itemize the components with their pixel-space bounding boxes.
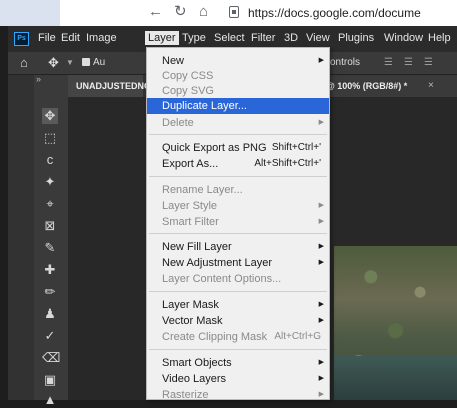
submenu-arrow-icon: ▶	[318, 243, 324, 250]
align-left-icon[interactable]: ☰	[384, 57, 393, 68]
align-center-icon[interactable]: ☰	[404, 57, 413, 68]
crop-tool-icon[interactable]: ⌖	[42, 196, 58, 212]
reload-icon[interactable]: ↻	[174, 3, 187, 21]
shape-tool-icon[interactable]: ▲	[42, 392, 58, 408]
close-icon[interactable]: ×	[428, 80, 434, 91]
menu-item-layer-content-options: Layer Content Options...	[162, 273, 282, 285]
menu-filter[interactable]: Filter	[251, 32, 275, 44]
frame-tool-icon[interactable]: ⊠	[42, 218, 58, 234]
healing-brush-icon[interactable]: ✚	[42, 262, 58, 278]
photoshop-logo-icon: Ps	[14, 32, 29, 46]
menu-separator	[149, 291, 327, 292]
align-right-icon[interactable]: ☰	[424, 57, 433, 68]
menu-type[interactable]: Type	[182, 32, 206, 44]
menu-plugins[interactable]: Plugins	[338, 32, 374, 44]
menu-item-smart-objects[interactable]: Smart Objects ▶	[147, 355, 329, 371]
gradient-tool-icon[interactable]: ▣	[42, 372, 58, 388]
transform-controls-label: ontrols	[330, 57, 361, 68]
menu-help[interactable]: Help	[428, 32, 451, 44]
home-icon[interactable]: ⌂	[199, 3, 208, 21]
menu-item-new[interactable]: New ▶	[147, 53, 329, 69]
menu-item-duplicate-layer[interactable]: Duplicate Layer...	[147, 98, 329, 114]
menu-item-smart-filter: Smart Filter ▶	[162, 216, 324, 228]
browser-toolbar: ← ↻ ⌂ https://docs.google.com/docume	[0, 0, 457, 26]
back-icon[interactable]: ←	[148, 3, 163, 21]
submenu-arrow-icon: ▶	[318, 218, 324, 225]
menu-separator	[149, 134, 327, 135]
home-icon[interactable]: ⌂	[20, 55, 28, 70]
menu-separator	[149, 233, 327, 234]
menu-item-rename-layer: Rename Layer...	[162, 184, 243, 196]
menu-view[interactable]: View	[306, 32, 330, 44]
auto-select-checkbox[interactable]	[82, 58, 90, 66]
submenu-arrow-icon: ▶	[318, 57, 324, 64]
document-tab-label: UNADJUSTEDNO	[76, 81, 152, 91]
collapse-panel-icon[interactable]: »	[36, 74, 41, 84]
menu-item-rasterize: Rasterize ▶	[162, 389, 324, 401]
menu-item-copy-css: Copy CSS	[162, 70, 214, 82]
menu-file[interactable]: File	[38, 32, 56, 44]
submenu-arrow-icon: ▶	[318, 317, 324, 324]
menu-item-delete: Delete ▶	[162, 117, 324, 129]
history-brush-icon[interactable]: ✓	[42, 328, 58, 344]
submenu-arrow-icon: ▶	[318, 359, 324, 366]
menu-item-quick-export[interactable]: Quick Export as PNG Shift+Ctrl+'	[147, 140, 329, 156]
submenu-arrow-icon: ▶	[318, 375, 324, 382]
eyedropper-icon[interactable]: ✎	[42, 240, 58, 256]
lasso-tool-icon[interactable]: ϲ	[42, 152, 58, 168]
address-bar[interactable]: https://docs.google.com/docume	[248, 6, 421, 20]
menu-item-vector-mask[interactable]: Vector Mask ▶	[147, 313, 329, 329]
menu-item-export-as[interactable]: Export As... Alt+Shift+Ctrl+'	[147, 156, 329, 172]
menu-item-video-layers[interactable]: Video Layers ▶	[147, 371, 329, 387]
menu-item-new-fill-layer[interactable]: New Fill Layer ▶	[147, 239, 329, 255]
menu-window[interactable]: Window	[384, 32, 423, 44]
auto-select-label: Au	[93, 57, 106, 68]
submenu-arrow-icon: ▶	[318, 202, 324, 209]
move-tool-icon[interactable]: ✥	[42, 108, 58, 124]
browser-tab-area[interactable]	[0, 0, 60, 26]
menu-layer[interactable]: Layer	[145, 31, 179, 45]
brush-tool-icon[interactable]: ✏	[42, 284, 58, 300]
menu-3d[interactable]: 3D	[284, 32, 298, 44]
menu-image[interactable]: Image	[86, 32, 117, 44]
chevron-down-icon[interactable]: ▼	[66, 58, 74, 67]
submenu-arrow-icon: ▶	[318, 391, 324, 398]
move-tool-icon[interactable]: ✥	[48, 55, 59, 71]
document-tab-label: @ 100% (RGB/8#) *	[326, 81, 408, 91]
submenu-arrow-icon: ▶	[318, 301, 324, 308]
magic-wand-icon[interactable]: ✦	[42, 174, 58, 190]
menu-edit[interactable]: Edit	[61, 32, 80, 44]
menu-item-layer-mask[interactable]: Layer Mask ▶	[147, 297, 329, 313]
layer-menu-dropdown: New ▶ Copy CSS Copy SVG Duplicate Layer..…	[146, 47, 330, 401]
site-info-icon[interactable]	[229, 6, 239, 18]
menu-separator	[149, 349, 327, 350]
submenu-arrow-icon: ▶	[318, 119, 324, 126]
document-tab-unadjusted[interactable]: UNADJUSTEDNO	[68, 75, 151, 97]
document-tab-active[interactable]: @ 100% (RGB/8#) * ×	[320, 75, 457, 97]
menu-item-new-adjustment-layer[interactable]: New Adjustment Layer ▶	[147, 255, 329, 271]
menu-item-copy-svg: Copy SVG	[162, 85, 214, 97]
photo-water-region	[334, 356, 457, 400]
menu-item-layer-style: Layer Style ▶	[162, 200, 324, 212]
stamp-tool-icon[interactable]: ♟	[42, 306, 58, 322]
menu-separator	[149, 176, 327, 177]
eraser-tool-icon[interactable]: ⌫	[42, 350, 60, 366]
menu-item-create-clipping-mask: Create Clipping Mask Alt+Ctrl+G	[162, 331, 321, 343]
menu-select[interactable]: Select	[214, 32, 245, 44]
marquee-tool-icon[interactable]: ⬚	[42, 130, 58, 146]
submenu-arrow-icon: ▶	[318, 259, 324, 266]
